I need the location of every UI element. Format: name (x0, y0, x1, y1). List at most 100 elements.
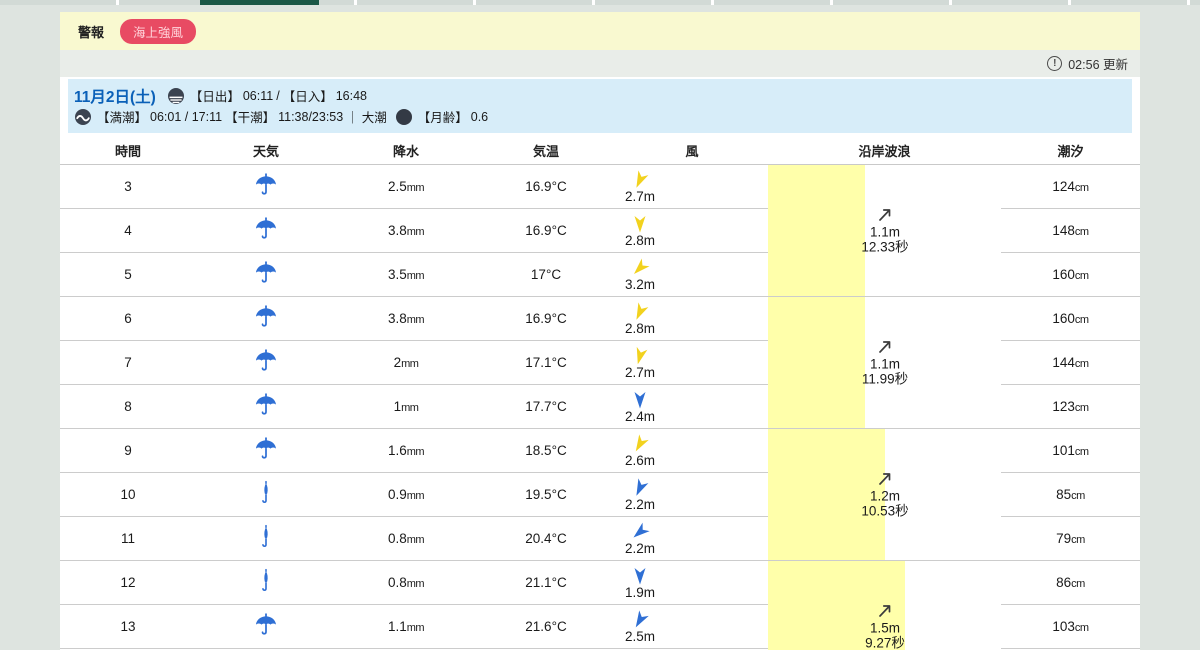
umbrella-open-icon (256, 436, 276, 459)
slash: / (276, 88, 280, 103)
hour-cell: 11 (60, 516, 196, 561)
umbrella-open-icon (256, 216, 276, 239)
weather-cell (196, 428, 336, 473)
weather-cell (196, 560, 336, 605)
col-header-precip: 降水 (336, 137, 476, 165)
content-panel: 警報 海上強風 ! 02:56 更新 11月2日(土) 【日出】 06:11 /… (60, 12, 1140, 650)
umbrella-closed-icon (262, 524, 268, 547)
hour-cell: 13 (60, 604, 196, 649)
active-tab-indicator[interactable] (200, 0, 319, 5)
top-tab-strip (0, 0, 1200, 5)
hour-cell: 3 (60, 164, 196, 209)
weather-cell (196, 340, 336, 385)
temp-cell: 21.1°C (476, 560, 616, 605)
tide-cell: 85cm (1001, 472, 1140, 517)
tide-divider: ｜ (346, 111, 359, 125)
wind-cell: 2.6m (616, 428, 768, 473)
precip-cell: 2.5mm (336, 164, 476, 209)
tide-cell: 101cm (1001, 428, 1140, 473)
temp-cell: 20.4°C (476, 516, 616, 561)
temp-cell: 16.9°C (476, 164, 616, 209)
coastal-wave-cell: 1.1m 12.33秒 (768, 164, 1001, 297)
tide-cell: 103cm (1001, 604, 1140, 649)
sunrise-label: 【日出】 (189, 90, 240, 104)
hour-cell: 5 (60, 252, 196, 297)
weather-cell (196, 604, 336, 649)
lowtide-label: 【干潮】 (225, 111, 276, 125)
tide-line: 【満潮】 06:01 / 17:11 【干潮】 11:38/23:53 ｜ 大潮… (74, 106, 1132, 127)
col-header-wind: 風 (616, 137, 768, 165)
tide-cell: 144cm (1001, 340, 1140, 385)
date-header: 11月2日(土) 【日出】 06:11 / 【日入】 16:48 【満潮】 06… (68, 79, 1132, 133)
wind-direction-arrow-icon (634, 215, 646, 232)
precip-cell: 1mm (336, 384, 476, 429)
table-row: 3 2.5mm 16.9°C 2.7m 1.1m 12.33秒 124cm (60, 164, 1140, 297)
precip-cell: 0.9mm (336, 472, 476, 517)
warning-bar: 警報 海上強風 (60, 12, 1140, 50)
col-header-weather: 天気 (196, 137, 336, 165)
precip-cell: 3.8mm (336, 208, 476, 253)
wave-direction-arrow-icon (879, 341, 891, 353)
coastal-wave-cell: 1.5m 9.27秒 (768, 560, 1001, 650)
update-time: 02:56 更新 (1068, 58, 1128, 72)
umbrella-open-icon (256, 392, 276, 415)
info-icon: ! (1047, 56, 1063, 71)
temp-cell: 18.5°C (476, 428, 616, 473)
table-row: 6 3.8mm 16.9°C 2.8m 1.1m 11.99秒 160cm (60, 296, 1140, 429)
coastal-wave-cell: 1.1m 11.99秒 (768, 296, 1001, 429)
hour-cell: 6 (60, 296, 196, 341)
wind-cell: 2.4m (616, 384, 768, 429)
wind-direction-arrow-icon (634, 391, 646, 408)
tide-cell: 148cm (1001, 208, 1140, 253)
wind-cell: 2.2m (616, 472, 768, 517)
tide-cell: 79cm (1001, 516, 1140, 561)
sunset-icon (167, 87, 184, 104)
col-header-tide: 潮汐 (1001, 137, 1140, 165)
moon-phase-icon (395, 108, 412, 125)
wind-direction-arrow-icon (634, 567, 646, 584)
forecast-tbody: 3 2.5mm 16.9°C 2.7m 1.1m 12.33秒 124cm 4 … (60, 164, 1140, 650)
weather-cell (196, 296, 336, 341)
wave-label: 1.2m 10.53秒 (840, 470, 930, 519)
wave-direction-arrow-icon (879, 209, 891, 221)
col-header-temp: 気温 (476, 137, 616, 165)
wave-label: 1.1m 12.33秒 (840, 206, 930, 255)
umbrella-open-icon (256, 304, 276, 327)
lowtide-times: 11:38/23:53 (278, 109, 344, 124)
tide-cell: 124cm (1001, 164, 1140, 209)
page-date: 11月2日(土) (74, 88, 156, 106)
weather-cell (196, 164, 336, 209)
weather-cell (196, 472, 336, 517)
precip-cell: 2mm (336, 340, 476, 385)
tide-cell: 86cm (1001, 560, 1140, 605)
umbrella-closed-icon (262, 568, 268, 591)
sunset-time: 16:48 (335, 88, 367, 103)
col-header-waves: 沿岸波浪 (768, 137, 1001, 165)
hour-cell: 10 (60, 472, 196, 517)
weather-cell (196, 208, 336, 253)
weather-cell (196, 384, 336, 429)
umbrella-open-icon (256, 172, 276, 195)
tide-type: 大潮 (361, 111, 387, 125)
update-row: ! 02:56 更新 (60, 50, 1140, 77)
coastal-wave-cell: 1.2m 10.53秒 (768, 428, 1001, 561)
tide-cell: 160cm (1001, 296, 1140, 341)
precip-cell: 0.8mm (336, 516, 476, 561)
hightide-times: 06:01 / 17:11 (150, 109, 223, 124)
umbrella-open-icon (256, 348, 276, 371)
warning-label: 警報 (78, 24, 105, 40)
sun-line: 11月2日(土) 【日出】 06:11 / 【日入】 16:48 (74, 85, 1132, 106)
hour-cell: 7 (60, 340, 196, 385)
umbrella-open-icon (256, 612, 276, 635)
wind-cell: 2.8m (616, 296, 768, 341)
temp-cell: 16.9°C (476, 208, 616, 253)
tide-cell: 160cm (1001, 252, 1140, 297)
warning-badge-sea-wind[interactable]: 海上強風 (120, 18, 197, 44)
temp-cell: 16.9°C (476, 296, 616, 341)
wind-cell: 2.2m (616, 516, 768, 561)
precip-cell: 1.6mm (336, 428, 476, 473)
precip-cell: 3.8mm (336, 296, 476, 341)
wind-cell: 2.7m (616, 340, 768, 385)
precip-cell: 1.1mm (336, 604, 476, 649)
hightide-label: 【満潮】 (97, 111, 148, 125)
